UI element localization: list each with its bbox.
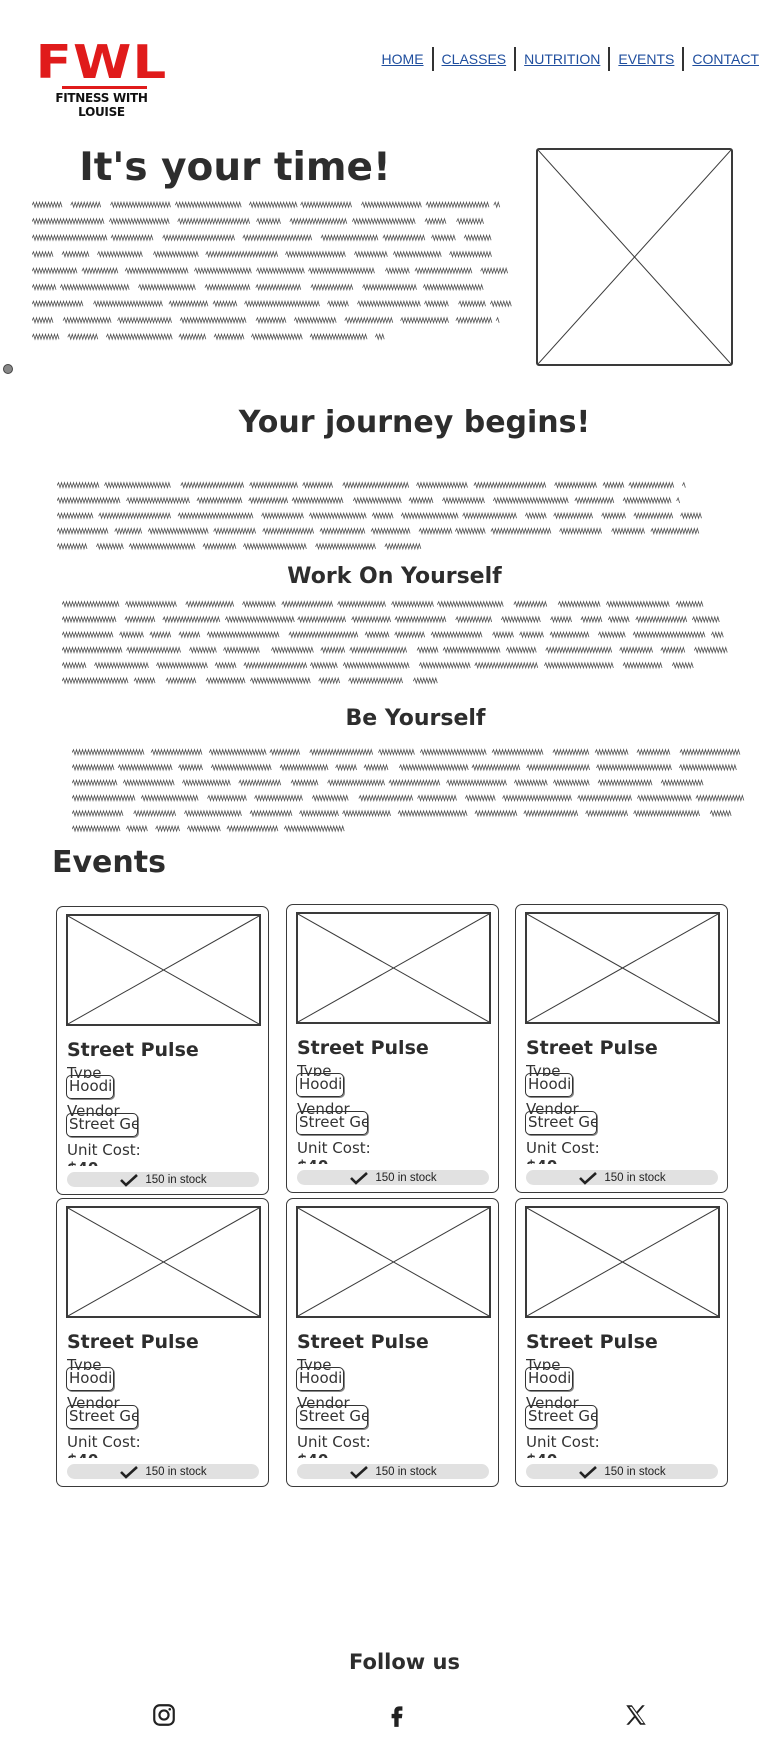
nav-nutrition-link[interactable]: NUTRITION	[516, 51, 608, 67]
event-vendor-field[interactable]: Street Gear	[66, 1113, 138, 1137]
event-cost-value: $40	[297, 1451, 328, 1458]
hero-placeholder-text	[32, 197, 517, 346]
event-card-title: Street Pulse	[297, 1331, 429, 1353]
event-cost-label: Unit Cost:	[297, 1139, 371, 1157]
logo-tagline: FITNESS WITH LOUISE	[55, 91, 148, 119]
logo-mark: FWL	[35, 35, 168, 89]
stock-badge: 150 in stock	[297, 1170, 489, 1185]
facebook-icon[interactable]	[384, 1702, 410, 1728]
event-card-title: Street Pulse	[526, 1037, 658, 1059]
events-title: Events	[52, 845, 166, 880]
event-cost-value: $40	[67, 1451, 98, 1458]
event-card[interactable]: Street PulseTypeHoodieVendorStreet GearU…	[286, 1198, 499, 1487]
work-placeholder-text	[62, 597, 738, 689]
event-type-field[interactable]: Hoodie	[525, 1073, 573, 1097]
event-type-field[interactable]: Hoodie	[296, 1367, 344, 1391]
event-cost-value: $40	[67, 1159, 98, 1166]
event-image-placeholder	[525, 1206, 720, 1318]
scroll-handle[interactable]	[3, 364, 13, 374]
event-card-title: Street Pulse	[67, 1039, 199, 1061]
event-vendor-field[interactable]: Street Gear	[525, 1111, 597, 1135]
checkmark-icon	[579, 1171, 598, 1185]
checkmark-icon	[120, 1465, 139, 1479]
checkmark-icon	[350, 1171, 369, 1185]
stock-label: 150 in stock	[375, 1171, 437, 1184]
event-card[interactable]: Street PulseTypeHoodieVendorStreet GearU…	[56, 1198, 269, 1487]
stock-badge: 150 in stock	[526, 1170, 718, 1185]
event-card-title: Street Pulse	[297, 1037, 429, 1059]
stock-badge: 150 in stock	[297, 1464, 489, 1479]
event-cost-value: $40	[526, 1451, 557, 1458]
stock-label: 150 in stock	[145, 1465, 207, 1478]
event-card[interactable]: Street PulseTypeHoodieVendorStreet GearU…	[286, 904, 499, 1193]
event-image-placeholder	[525, 912, 720, 1024]
event-vendor-field[interactable]: Street Gear	[525, 1405, 597, 1429]
hero-image-placeholder	[536, 148, 733, 366]
nav-events-link[interactable]: EVENTS	[610, 51, 682, 67]
x-icon[interactable]	[623, 1702, 649, 1728]
hero-title: It's your time!	[79, 145, 391, 190]
event-image-placeholder	[296, 912, 491, 1024]
event-card[interactable]: Street PulseTypeHoodieVendorStreet GearU…	[515, 1198, 728, 1487]
event-cost-label: Unit Cost:	[67, 1433, 141, 1451]
nav-classes-link[interactable]: CLASSES	[434, 51, 515, 67]
journey-title: Your journey begins!	[238, 405, 591, 440]
be-title: Be Yourself	[345, 706, 486, 731]
stock-label: 150 in stock	[604, 1171, 666, 1184]
event-type-field[interactable]: Hoodie	[296, 1073, 344, 1097]
top-navigation: HOME CLASSES NUTRITION EVENTS CONTACT	[374, 46, 767, 72]
event-cost-label: Unit Cost:	[526, 1433, 600, 1451]
event-cost-value: $40	[297, 1157, 328, 1164]
follow-title: Follow us	[349, 1650, 460, 1674]
event-card-title: Street Pulse	[526, 1331, 658, 1353]
event-cost-label: Unit Cost:	[526, 1139, 600, 1157]
checkmark-icon	[350, 1465, 369, 1479]
event-cost-value: $40	[526, 1157, 557, 1164]
stock-label: 150 in stock	[145, 1173, 207, 1186]
nav-contact-link[interactable]: CONTACT	[684, 51, 767, 67]
event-image-placeholder	[296, 1206, 491, 1318]
event-type-field[interactable]: Hoodie	[525, 1367, 573, 1391]
checkmark-icon	[120, 1173, 139, 1187]
nav-home-link[interactable]: HOME	[374, 51, 432, 67]
event-type-field[interactable]: Hoodie	[66, 1075, 114, 1099]
event-cost-label: Unit Cost:	[297, 1433, 371, 1451]
brand-logo[interactable]: FWL FITNESS WITH LOUISE	[34, 39, 169, 119]
stock-label: 150 in stock	[604, 1465, 666, 1478]
stock-label: 150 in stock	[375, 1465, 437, 1478]
event-cost-label: Unit Cost:	[67, 1141, 141, 1159]
event-image-placeholder	[66, 1206, 261, 1318]
checkmark-icon	[579, 1465, 598, 1479]
event-vendor-field[interactable]: Street Gear	[66, 1405, 138, 1429]
be-placeholder-text	[72, 745, 748, 837]
stock-badge: 150 in stock	[67, 1172, 259, 1187]
event-type-field[interactable]: Hoodie	[66, 1367, 114, 1391]
event-card-title: Street Pulse	[67, 1331, 199, 1353]
stock-badge: 150 in stock	[67, 1464, 259, 1479]
instagram-icon[interactable]	[151, 1702, 177, 1728]
event-image-placeholder	[66, 914, 261, 1026]
event-vendor-field[interactable]: Street Gear	[296, 1405, 368, 1429]
event-card[interactable]: Street PulseTypeHoodieVendorStreet GearU…	[56, 906, 269, 1195]
event-card[interactable]: Street PulseTypeHoodieVendorStreet GearU…	[515, 904, 728, 1193]
stock-badge: 150 in stock	[526, 1464, 718, 1479]
journey-placeholder-text	[57, 478, 727, 555]
event-vendor-field[interactable]: Street Gear	[296, 1111, 368, 1135]
work-title: Work On Yourself	[287, 564, 502, 589]
